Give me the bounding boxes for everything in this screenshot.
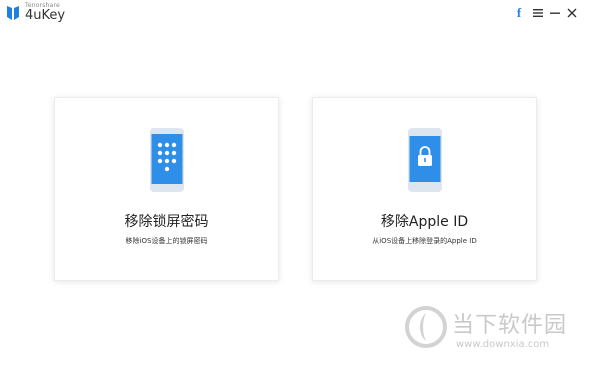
remove-screen-lock-card[interactable]: 移除锁屏密码 移除iOS设备上的锁屏密码 xyxy=(54,97,279,281)
card-title: 移除锁屏密码 xyxy=(124,214,209,230)
phone-keypad-icon xyxy=(150,128,184,192)
app-name: 4uKey xyxy=(25,8,66,23)
facebook-icon: f xyxy=(516,5,522,20)
app-logo-icon xyxy=(7,6,19,20)
card-subtitle: 移除iOS设备上的锁屏密码 xyxy=(125,237,208,245)
watermark-text: 当下软件园 xyxy=(452,313,568,338)
phone-lock-icon xyxy=(408,128,442,192)
remove-apple-id-card[interactable]: 移除Apple ID 从iOS设备上移除登录的Apple ID xyxy=(312,97,537,281)
close-button[interactable] xyxy=(565,4,579,22)
minimize-button[interactable] xyxy=(548,4,562,22)
watermark-logo-icon xyxy=(405,306,447,348)
close-icon xyxy=(567,8,577,18)
menu-button[interactable] xyxy=(531,4,545,22)
title-bar: Tenorshare 4uKey f xyxy=(0,0,590,26)
card-subtitle: 从iOS设备上移除登录的Apple ID xyxy=(372,237,477,245)
facebook-button[interactable]: f xyxy=(512,4,526,22)
hamburger-menu-icon xyxy=(533,9,543,17)
watermark-url: www.downxia.com xyxy=(456,339,550,350)
watermark: 当下软件园 www.downxia.com xyxy=(404,305,584,365)
card-title: 移除Apple ID xyxy=(380,214,469,230)
minimize-icon xyxy=(550,12,560,14)
